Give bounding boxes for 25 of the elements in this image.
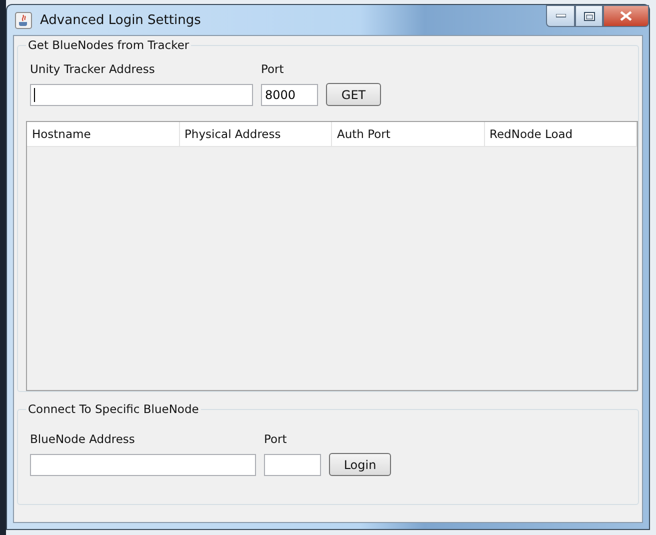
- field-label: Port: [261, 62, 285, 76]
- field-label: BlueNode Address: [30, 432, 136, 446]
- group-title: Get BlueNodes from Tracker: [27, 38, 190, 52]
- close-icon: [620, 11, 632, 21]
- login-button[interactable]: Login: [329, 453, 391, 476]
- close-button[interactable]: [603, 5, 649, 27]
- maximize-button[interactable]: [575, 5, 603, 27]
- port-field[interactable]: [264, 454, 321, 476]
- field-label: Port: [264, 432, 288, 446]
- get-button[interactable]: GET: [326, 83, 381, 106]
- tracker-address-field[interactable]: [30, 84, 253, 106]
- minimize-button[interactable]: [546, 5, 575, 27]
- minimize-icon: [556, 14, 566, 18]
- text-cursor: [34, 88, 35, 102]
- column-header[interactable]: Physical Address: [180, 122, 332, 146]
- java-cup-icon: [15, 12, 32, 28]
- group-title: Connect To Specific BlueNode: [27, 402, 200, 416]
- bluenode-address-field[interactable]: [30, 454, 256, 476]
- port-field[interactable]: 8000: [261, 84, 318, 106]
- column-header[interactable]: RedNode Load: [484, 122, 637, 146]
- column-header[interactable]: Hostname: [27, 122, 180, 146]
- field-label: Unity Tracker Address: [30, 62, 156, 76]
- column-header[interactable]: Auth Port: [332, 122, 484, 146]
- window-title: Advanced Login Settings: [40, 12, 201, 28]
- maximize-icon: [584, 12, 594, 20]
